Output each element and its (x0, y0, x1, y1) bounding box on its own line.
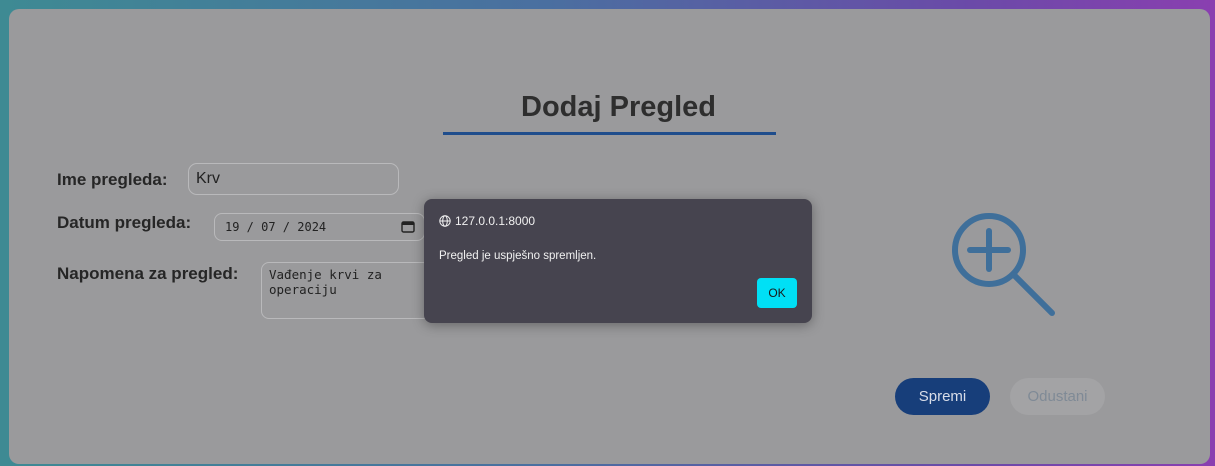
ok-button[interactable]: OK (757, 278, 797, 308)
name-label: Ime pregleda: (57, 170, 168, 189)
note-label: Napomena za pregled: (57, 264, 239, 283)
title-underline (443, 132, 776, 135)
alert-dialog: 127.0.0.1:8000 Pregled je uspješno sprem… (424, 199, 812, 323)
page-title: Dodaj Pregled (521, 91, 716, 123)
zoom-in-icon (952, 213, 1055, 316)
note-textarea[interactable]: Vađenje krvi za operaciju (261, 262, 431, 319)
calendar-icon[interactable] (401, 220, 415, 233)
dialog-origin-text: 127.0.0.1:8000 (455, 214, 536, 228)
date-input[interactable]: 19 / 07 / 2024 (214, 213, 425, 241)
name-input[interactable]: Krv (188, 163, 399, 195)
cancel-button[interactable]: Odustani (1010, 378, 1105, 415)
date-label: Datum pregleda: (57, 213, 192, 232)
save-button[interactable]: Spremi (895, 378, 990, 415)
dialog-message: Pregled je uspješno spremljen. (439, 250, 597, 262)
dialog-origin: 127.0.0.1:8000 (439, 214, 535, 228)
globe-icon (439, 215, 451, 227)
date-value: 19 / 07 / 2024 (225, 220, 327, 234)
